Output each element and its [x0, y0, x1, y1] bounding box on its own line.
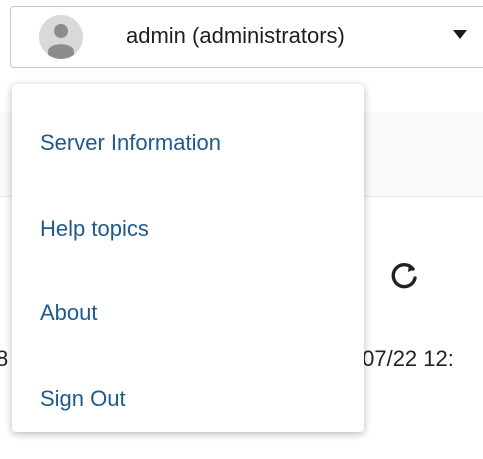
- caret-down-icon: [453, 30, 467, 39]
- menu-item-server-information[interactable]: Server Information: [12, 112, 364, 174]
- menu-item-label: Server Information: [40, 130, 221, 155]
- menu-item-sign-out[interactable]: Sign Out: [12, 368, 364, 430]
- background-date-text: /07/22 12:: [356, 346, 454, 371]
- menu-item-label: Help topics: [40, 216, 149, 241]
- menu-item-help-topics[interactable]: Help topics: [12, 198, 364, 260]
- menu-item-label: Sign Out: [40, 386, 126, 411]
- user-menu-label: admin (administrators): [126, 23, 345, 48]
- menu-item-label: About: [40, 300, 98, 325]
- refresh-icon[interactable]: [384, 256, 424, 296]
- user-menu-button[interactable]: admin (administrators): [10, 6, 483, 68]
- background-partial-text: 8: [0, 346, 9, 371]
- user-avatar-icon: [39, 15, 83, 59]
- menu-item-about[interactable]: About: [12, 282, 364, 344]
- page: 8 /07/22 12: admin (administrators) Serv…: [0, 0, 483, 459]
- user-dropdown-menu: Server Information Help topics About Sig…: [12, 84, 364, 432]
